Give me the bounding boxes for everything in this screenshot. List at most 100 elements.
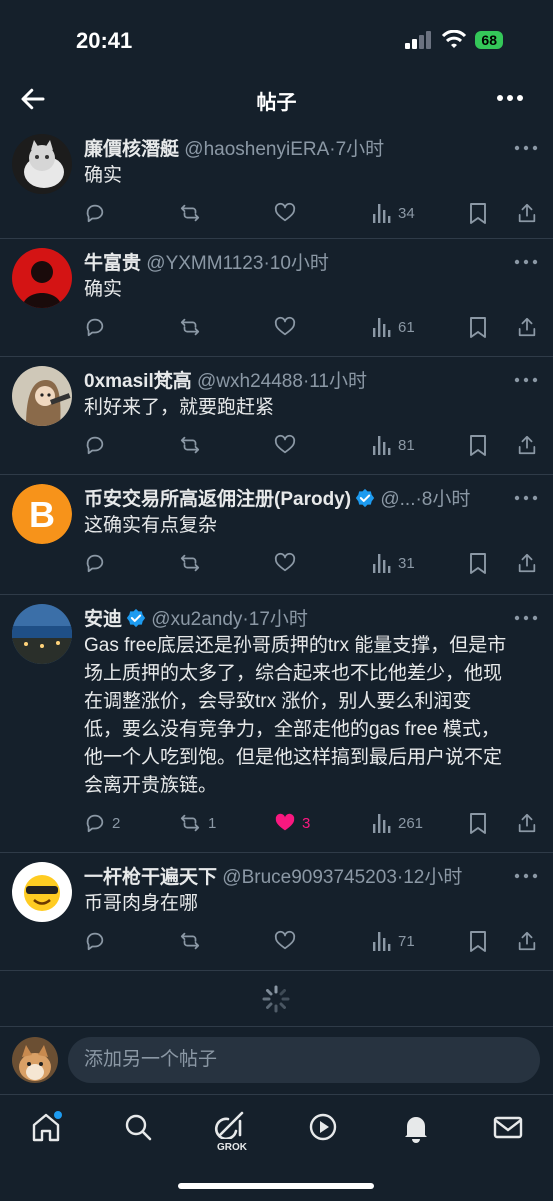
post-more-button[interactable] [513, 140, 539, 156]
views-button[interactable]: 34 [372, 202, 415, 224]
reply-button[interactable] [84, 202, 112, 224]
repost-button[interactable] [178, 930, 208, 952]
post-text-line: 场上质押的太多了，综合起来也不比他差少，他现 [84, 663, 503, 684]
reply-button[interactable] [84, 552, 112, 574]
reply-count: 2 [112, 814, 121, 832]
like-button[interactable]: 3 [274, 812, 310, 834]
bookmark-button[interactable] [468, 434, 488, 456]
share-button[interactable] [516, 930, 538, 952]
user-avatar[interactable] [12, 1037, 58, 1083]
author-handle[interactable]: @... [380, 489, 415, 510]
author-name[interactable]: 牛富贵 [84, 253, 141, 274]
svg-text:B: B [29, 494, 55, 535]
video-play-icon[interactable] [305, 1109, 341, 1145]
reply-post[interactable]: 安迪 @xu2andy·17小时 Gas free底层还是孙哥质押的trx 能量支… [0, 594, 553, 853]
reply-post[interactable]: 0xmasil梵高 @wxh24488·11小时 利好来了，就要跑赶紧 81 [0, 356, 553, 475]
post-more-button[interactable] [513, 868, 539, 884]
share-button[interactable] [516, 202, 538, 224]
share-button[interactable] [516, 552, 538, 574]
views-button[interactable]: 31 [372, 552, 415, 574]
verified-badge-icon [126, 608, 146, 628]
like-button[interactable] [274, 202, 302, 224]
more-dots-icon [514, 615, 538, 621]
author-handle[interactable]: @haoshenyiERA [184, 139, 329, 160]
share-icon [518, 931, 536, 951]
author-avatar[interactable] [12, 604, 72, 664]
bookmark-button[interactable] [468, 552, 488, 574]
author-name[interactable]: 币安交易所高返佣注册(Parody) [84, 489, 351, 510]
home-icon[interactable] [28, 1109, 64, 1145]
like-button[interactable] [274, 434, 302, 456]
repost-button[interactable] [178, 316, 208, 338]
reply-button[interactable] [84, 930, 112, 952]
bookmark-button[interactable] [468, 202, 488, 224]
author-handle[interactable]: @xu2andy [151, 609, 242, 630]
reply-composer: 添加另一个帖子 [0, 1026, 553, 1095]
author-name[interactable]: 安迪 [84, 609, 122, 630]
author-name[interactable]: 廉價核潛艇 [84, 139, 179, 160]
share-button[interactable] [516, 316, 538, 338]
wifi-icon [442, 30, 467, 48]
repost-button[interactable]: 1 [178, 812, 216, 834]
notifications-bell-icon[interactable] [398, 1109, 434, 1145]
post-more-button[interactable] [513, 254, 539, 270]
repost-icon [180, 318, 200, 336]
reply-icon [86, 554, 104, 573]
share-button[interactable] [516, 812, 538, 834]
reply-input[interactable]: 添加另一个帖子 [68, 1037, 540, 1083]
author-name[interactable]: 0xmasil梵高 [84, 371, 192, 392]
post-more-button[interactable] [513, 372, 539, 388]
messages-mail-icon[interactable] [490, 1109, 526, 1145]
page-title: 帖子 [256, 92, 297, 114]
views-chart-icon [373, 318, 391, 337]
reply-post[interactable]: 一杆枪干遍天下 @Bruce9093745203·12小时币哥肉身在哪 71 [0, 852, 553, 971]
author-name[interactable]: 一杆枪干遍天下 [84, 867, 217, 888]
author-avatar[interactable] [12, 862, 72, 922]
bookmark-button[interactable] [468, 316, 488, 338]
post-more-button[interactable] [513, 490, 539, 506]
reply-post[interactable]: B 币安交易所高返佣注册(Parody) @...·8小时 这确实有点复杂 31 [0, 474, 553, 595]
post-header: 牛富贵 @YXMM1123·10小时 [84, 248, 505, 275]
repost-button[interactable] [178, 202, 208, 224]
search-icon[interactable] [120, 1109, 156, 1145]
post-text: Gas free底层还是孙哥质押的trx 能量支撑，但是市 场上质押的太多了，综合… [84, 632, 539, 800]
reply-button[interactable] [84, 434, 112, 456]
author-handle[interactable]: @YXMM1123 [146, 253, 263, 274]
views-count: 261 [398, 814, 424, 832]
post-more-button[interactable] [513, 610, 539, 626]
reply-button[interactable]: 2 [84, 812, 120, 834]
grok-tab[interactable]: GROK [212, 1109, 252, 1155]
share-icon [518, 435, 536, 455]
grok-label: GROK [217, 1142, 247, 1153]
views-button[interactable]: 81 [372, 434, 415, 456]
like-button[interactable] [274, 316, 302, 338]
share-icon [518, 553, 536, 573]
author-avatar[interactable] [12, 248, 72, 308]
repost-button[interactable] [178, 552, 208, 574]
author-handle[interactable]: @wxh24488 [197, 371, 303, 392]
reply-button[interactable] [84, 316, 112, 338]
views-chart-icon [373, 436, 391, 455]
post-text-line: Gas free底层还是孙哥质押的trx 能量支撑，但是市 [84, 635, 507, 656]
views-button[interactable]: 71 [372, 930, 415, 952]
author-avatar[interactable]: B [12, 484, 72, 544]
post-time: ·10小时 [263, 253, 329, 274]
repost-button[interactable] [178, 434, 208, 456]
author-avatar[interactable] [12, 366, 72, 426]
post-header: 廉價核潛艇 @haoshenyiERA·7小时 [84, 134, 505, 161]
share-button[interactable] [516, 434, 538, 456]
post-text: 币哥肉身在哪 [84, 893, 199, 914]
bookmark-button[interactable] [468, 930, 488, 952]
more-options-icon[interactable] [495, 86, 525, 110]
views-button[interactable]: 61 [372, 316, 415, 338]
like-button[interactable] [274, 552, 302, 574]
bookmark-button[interactable] [468, 812, 488, 834]
reply-post[interactable]: 廉價核潛艇 @haoshenyiERA·7小时 确实 34 [0, 124, 553, 239]
like-button[interactable] [274, 930, 302, 952]
status-bar: 20:41 68 [0, 0, 553, 80]
reply-post[interactable]: 牛富贵 @YXMM1123·10小时 确实 61 [0, 238, 553, 357]
post-header: 一杆枪干遍天下 @Bruce9093745203·12小时 [84, 862, 505, 889]
views-button[interactable]: 261 [372, 812, 423, 834]
author-avatar[interactable] [12, 134, 72, 194]
author-handle[interactable]: @Bruce9093745203 [222, 867, 397, 888]
